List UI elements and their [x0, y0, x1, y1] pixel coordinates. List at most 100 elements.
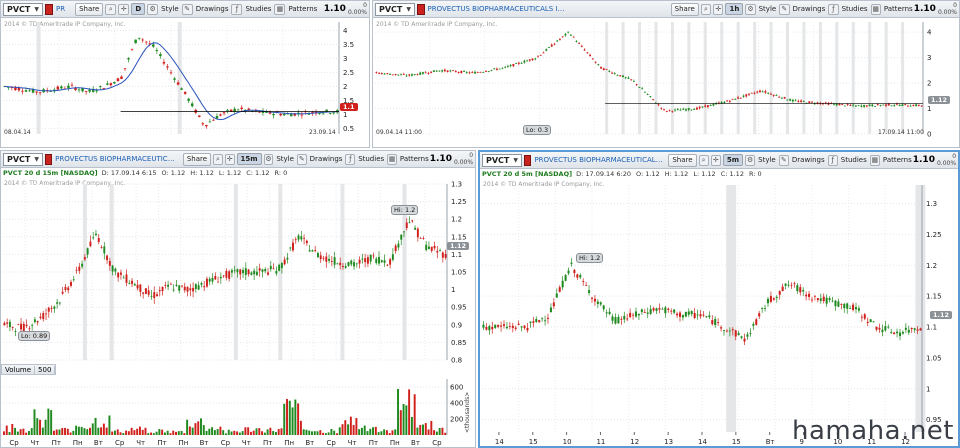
pencil-icon[interactable]: ✎ [296, 153, 307, 165]
candle-body [542, 52, 545, 54]
crosshair-icon[interactable]: ✛ [118, 3, 130, 15]
drawings-button[interactable]: Drawings [791, 154, 826, 167]
y-tick-label: 1.05 [926, 354, 942, 362]
volume-bar [380, 431, 383, 435]
chart-pane-hourly[interactable]: PVCT ▼ PROVECTUS BIOPHARMACEUTICALS I.COM… [372, 0, 960, 148]
candle-body [649, 96, 652, 97]
crosshair-icon[interactable]: ✛ [710, 154, 721, 166]
symbol-selector[interactable]: PVCT ▼ [3, 2, 44, 16]
candle-body [328, 113, 332, 114]
aggregation-button[interactable]: 15m [236, 153, 262, 165]
info-range: R: 0 [748, 170, 762, 178]
candle-body [505, 326, 508, 329]
x-tick-label: 15 [732, 438, 741, 446]
gear-icon[interactable]: ⚙ [147, 3, 159, 15]
symbol-selector[interactable]: PVCT ▼ [482, 153, 523, 167]
symbol-selector[interactable]: PVCT ▼ [3, 152, 44, 166]
pencil-icon[interactable]: ✎ [778, 154, 789, 166]
candle-body [283, 259, 286, 265]
drawings-button[interactable]: Drawings [309, 153, 344, 166]
volume-bar [402, 404, 405, 435]
aggregation-button[interactable]: 5m [722, 154, 744, 166]
crosshair-icon[interactable]: ✛ [713, 3, 724, 15]
candle-body [663, 109, 666, 111]
crosshair-icon[interactable]: ✛ [224, 153, 235, 165]
volume-bar [241, 431, 244, 435]
drawings-button[interactable]: Drawings [792, 3, 827, 16]
chart-pane-15m[interactable]: PVCT▼ PROVECTUS BIOPHARMACEUTICALS I C..… [0, 150, 476, 448]
price-chart[interactable]: 1.31.251.21.151.11.0510.9514 15 10 11 12 13 14… [480, 179, 958, 446]
gear-icon[interactable]: ⚙ [263, 153, 274, 165]
style-button[interactable]: Style [160, 3, 180, 16]
session-band [670, 22, 674, 134]
studies-button[interactable]: Studies [841, 3, 869, 16]
volume-bar [200, 418, 202, 435]
patterns-button[interactable]: Patterns [883, 3, 914, 16]
gear-icon[interactable]: ⚙ [745, 3, 756, 15]
share-button[interactable]: Share [668, 153, 697, 167]
share-button[interactable]: Share [182, 152, 212, 166]
zoom-icon[interactable]: ⌕ [700, 3, 712, 15]
chart-pane-daily[interactable]: PVCT ▼ PR Share ⌕ ✛ D ⚙ Style ✎ Drawings … [0, 0, 370, 148]
x-tick-label: Чт [30, 439, 39, 447]
candle-body [139, 284, 142, 292]
patterns-button[interactable]: Patterns [287, 3, 318, 16]
candle-body [236, 109, 240, 111]
change-pct: 0.00% [936, 160, 957, 167]
studies-icon[interactable]: ƒ [231, 3, 243, 15]
pencil-icon[interactable]: ✎ [779, 3, 790, 15]
link-color-icon[interactable] [45, 3, 54, 15]
info-close: C: 1.12 [720, 170, 744, 178]
zoom-icon[interactable]: ⌕ [698, 154, 709, 166]
candle-body [749, 332, 752, 334]
link-color-icon[interactable] [524, 154, 532, 166]
gear-icon[interactable]: ⚙ [745, 154, 756, 166]
candle-body [432, 70, 435, 72]
price-chart[interactable]: 4 3 2 1 0 [373, 18, 959, 148]
aggregation-button[interactable]: D [131, 3, 146, 15]
candle-body [720, 327, 723, 329]
chart-pane-5m[interactable]: PVCT ▼ PROVECTUS BIOPHARMACEUTICALS I C..… [478, 150, 960, 448]
candle-body [290, 114, 293, 117]
candle-body [405, 222, 408, 229]
patterns-icon[interactable]: ▦ [274, 3, 286, 15]
volume-chart[interactable]: 600 400 200 <thousands> Ср Чт Пт Пн Вт Ср Чт Пт Пн Вт… [1, 375, 475, 447]
patterns-icon[interactable]: ▦ [869, 154, 880, 166]
style-button[interactable]: Style [275, 153, 295, 166]
volume-bar [283, 403, 286, 435]
volume-bar [297, 403, 300, 435]
studies-icon[interactable]: ƒ [345, 153, 356, 165]
candle-body [737, 97, 740, 99]
candle-body [457, 72, 460, 73]
studies-button[interactable]: Studies [244, 3, 272, 16]
candle-body [712, 104, 715, 106]
volume-value[interactable]: 500 [35, 365, 56, 374]
candle-body [871, 104, 874, 107]
share-button[interactable]: Share [670, 2, 699, 16]
link-color-icon[interactable] [417, 3, 425, 15]
pencil-icon[interactable]: ✎ [181, 3, 193, 15]
aggregation-button[interactable]: 1h [725, 3, 744, 15]
studies-button[interactable]: Studies [840, 154, 868, 167]
candle-body [802, 289, 805, 292]
patterns-icon[interactable]: ▦ [387, 153, 397, 165]
patterns-button[interactable]: Patterns [399, 153, 430, 166]
patterns-icon[interactable]: ▦ [870, 3, 881, 15]
candle-body [253, 270, 256, 275]
share-button[interactable]: Share [75, 2, 104, 16]
zoom-icon[interactable]: ⌕ [105, 3, 117, 15]
x-tick-label: 14 [495, 438, 504, 446]
volume-bar [427, 429, 430, 435]
symbol-selector[interactable]: PVCT ▼ [375, 2, 416, 16]
candle-body [825, 297, 828, 304]
style-button[interactable]: Style [757, 154, 777, 167]
link-color-icon[interactable] [45, 153, 53, 165]
patterns-button[interactable]: Patterns [882, 154, 913, 167]
studies-icon[interactable]: ƒ [827, 154, 838, 166]
zoom-icon[interactable]: ⌕ [213, 153, 223, 165]
candle-body [372, 255, 375, 257]
drawings-button[interactable]: Drawings [195, 3, 230, 16]
studies-button[interactable]: Studies [357, 153, 385, 166]
style-button[interactable]: Style [758, 3, 778, 16]
studies-icon[interactable]: ƒ [828, 3, 839, 15]
